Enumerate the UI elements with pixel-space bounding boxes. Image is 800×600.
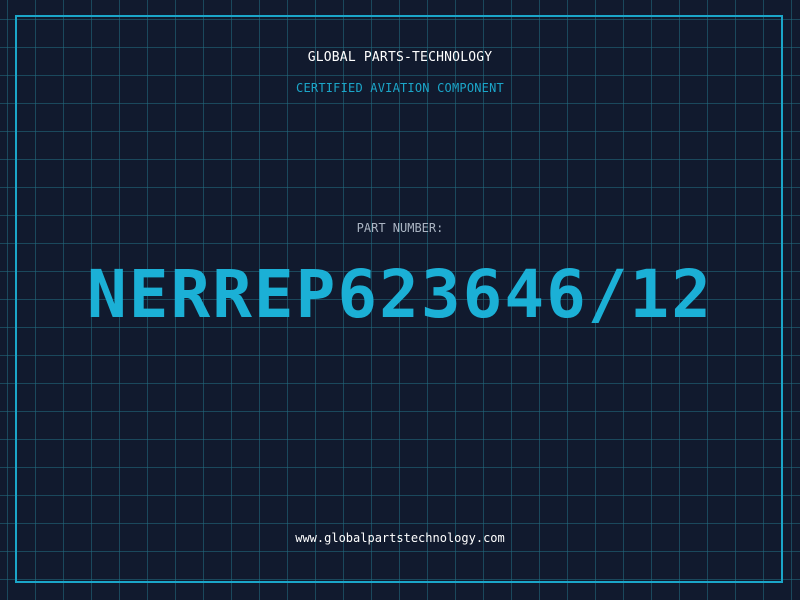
company-name: GLOBAL PARTS-TECHNOLOGY bbox=[307, 50, 493, 65]
certification-subtitle: CERTIFIED AVIATION COMPONENT bbox=[296, 81, 504, 95]
part-number-label: PART NUMBER: bbox=[356, 221, 444, 235]
part-number-value: NERREP623646/12 bbox=[86, 256, 714, 333]
website-url: www.globalpartstechnology.com bbox=[295, 531, 505, 545]
certificate-canvas: GLOBAL PARTS-TECHNOLOGY CERTIFIED AVIATI… bbox=[0, 0, 800, 600]
